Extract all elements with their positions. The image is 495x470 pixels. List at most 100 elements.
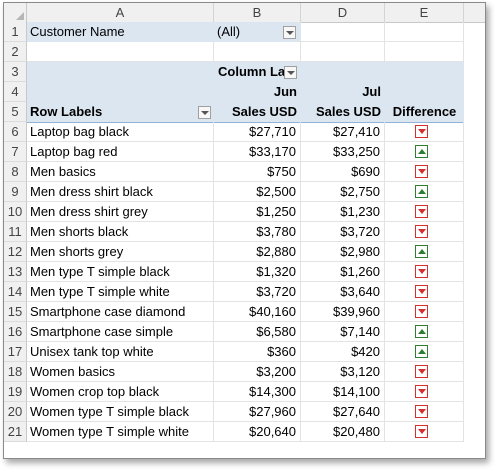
jul-sales-cell[interactable]: $14,100 xyxy=(301,382,385,402)
difference-cell[interactable] xyxy=(385,142,464,162)
difference-cell[interactable] xyxy=(385,422,464,442)
difference-cell[interactable] xyxy=(385,262,464,282)
jun-sales-cell[interactable]: $6,580 xyxy=(214,322,301,342)
difference-cell[interactable] xyxy=(385,322,464,342)
jul-sales-cell[interactable]: $3,120 xyxy=(301,362,385,382)
row-header-21[interactable]: 21 xyxy=(4,422,27,442)
jun-sales-cell[interactable]: $27,710 xyxy=(214,122,301,142)
row-header-3[interactable]: 3 xyxy=(4,62,27,82)
empty-cell[interactable] xyxy=(385,42,464,62)
row-header-15[interactable]: 15 xyxy=(4,302,27,322)
column-header-a[interactable]: A xyxy=(27,3,214,22)
jun-sales-cell[interactable]: $40,160 xyxy=(214,302,301,322)
row-header-13[interactable]: 13 xyxy=(4,262,27,282)
jun-sales-cell[interactable]: $360 xyxy=(214,342,301,362)
jun-sales-cell[interactable]: $27,960 xyxy=(214,402,301,422)
jun-sales-cell[interactable]: $1,250 xyxy=(214,202,301,222)
jun-sales-cell[interactable]: $20,640 xyxy=(214,422,301,442)
row-label-cell[interactable]: Smartphone case diamond xyxy=(27,302,214,322)
row-label-cell[interactable]: Unisex tank top white xyxy=(27,342,214,362)
row-header-7[interactable]: 7 xyxy=(4,142,27,162)
jul-sales-cell[interactable]: $2,750 xyxy=(301,182,385,202)
empty-cell[interactable] xyxy=(385,22,464,42)
difference-cell[interactable] xyxy=(385,182,464,202)
row-header-19[interactable]: 19 xyxy=(4,382,27,402)
row-label-cell[interactable]: Men dress shirt black xyxy=(27,182,214,202)
difference-cell[interactable] xyxy=(385,162,464,182)
jul-sales-cell[interactable]: $3,720 xyxy=(301,222,385,242)
jul-sales-cell[interactable]: $39,960 xyxy=(301,302,385,322)
jun-sales-cell[interactable]: $3,780 xyxy=(214,222,301,242)
jul-sales-cell[interactable]: $3,640 xyxy=(301,282,385,302)
difference-cell[interactable] xyxy=(385,122,464,142)
row-header-5[interactable]: 5 xyxy=(4,102,27,122)
empty-cell[interactable] xyxy=(301,42,385,62)
row-header-4[interactable]: 4 xyxy=(4,82,27,102)
row-header-12[interactable]: 12 xyxy=(4,242,27,262)
row-header-8[interactable]: 8 xyxy=(4,162,27,182)
difference-cell[interactable] xyxy=(385,202,464,222)
row-header-2[interactable]: 2 xyxy=(4,42,27,62)
column-header-d[interactable]: D xyxy=(301,3,385,22)
row-header-6[interactable]: 6 xyxy=(4,122,27,142)
row-header-11[interactable]: 11 xyxy=(4,222,27,242)
jun-sales-cell[interactable]: $2,500 xyxy=(214,182,301,202)
row-label-cell[interactable]: Laptop bag red xyxy=(27,142,214,162)
jun-sales-cell[interactable]: $750 xyxy=(214,162,301,182)
difference-cell[interactable] xyxy=(385,402,464,422)
row-label-cell[interactable]: Men shorts grey xyxy=(27,242,214,262)
jul-sales-cell[interactable]: $20,480 xyxy=(301,422,385,442)
column-header-e[interactable]: E xyxy=(385,3,464,22)
jul-sales-cell[interactable]: $27,640 xyxy=(301,402,385,422)
row-labels-dropdown-icon[interactable] xyxy=(198,106,211,119)
empty-cell[interactable] xyxy=(301,22,385,42)
jul-sales-cell[interactable]: $27,410 xyxy=(301,122,385,142)
difference-cell[interactable] xyxy=(385,302,464,322)
row-header-20[interactable]: 20 xyxy=(4,402,27,422)
row-header-17[interactable]: 17 xyxy=(4,342,27,362)
row-label-cell[interactable]: Men shorts black xyxy=(27,222,214,242)
difference-cell[interactable] xyxy=(385,282,464,302)
row-labels-header[interactable]: Row Labels xyxy=(27,102,214,122)
jul-sales-cell[interactable]: $690 xyxy=(301,162,385,182)
difference-cell[interactable] xyxy=(385,222,464,242)
row-label-cell[interactable]: Women basics xyxy=(27,362,214,382)
row-label-cell[interactable]: Men dress shirt grey xyxy=(27,202,214,222)
row-label-cell[interactable]: Women type T simple black xyxy=(27,402,214,422)
select-all-corner[interactable] xyxy=(4,3,27,22)
empty-cell[interactable] xyxy=(214,42,301,62)
jun-sales-cell[interactable]: $3,200 xyxy=(214,362,301,382)
jun-sales-cell[interactable]: $2,880 xyxy=(214,242,301,262)
jul-sales-cell[interactable]: $7,140 xyxy=(301,322,385,342)
jul-sales-cell[interactable]: $1,260 xyxy=(301,262,385,282)
row-label-cell[interactable]: Men basics xyxy=(27,162,214,182)
row-header-16[interactable]: 16 xyxy=(4,322,27,342)
column-labels-header[interactable]: Column La xyxy=(214,62,284,82)
column-header-b[interactable]: B xyxy=(214,3,301,22)
row-header-1[interactable]: 1 xyxy=(4,22,27,42)
jul-sales-cell[interactable]: $420 xyxy=(301,342,385,362)
difference-cell[interactable] xyxy=(385,362,464,382)
row-header-18[interactable]: 18 xyxy=(4,362,27,382)
difference-cell[interactable] xyxy=(385,342,464,362)
row-header-9[interactable]: 9 xyxy=(4,182,27,202)
column-labels-dropdown-icon[interactable] xyxy=(284,66,297,79)
row-label-cell[interactable]: Men type T simple white xyxy=(27,282,214,302)
row-label-cell[interactable]: Smartphone case simple xyxy=(27,322,214,342)
filter-label-cell[interactable]: Customer Name xyxy=(27,22,214,42)
jul-sales-cell[interactable]: $2,980 xyxy=(301,242,385,262)
jun-sales-cell[interactable]: $3,720 xyxy=(214,282,301,302)
difference-cell[interactable] xyxy=(385,242,464,262)
row-label-cell[interactable]: Laptop bag black xyxy=(27,122,214,142)
row-header-10[interactable]: 10 xyxy=(4,202,27,222)
filter-dropdown-icon[interactable] xyxy=(283,26,296,39)
row-label-cell[interactable]: Women type T simple white xyxy=(27,422,214,442)
jun-sales-cell[interactable]: $1,320 xyxy=(214,262,301,282)
row-header-14[interactable]: 14 xyxy=(4,282,27,302)
difference-cell[interactable] xyxy=(385,382,464,402)
jul-sales-cell[interactable]: $1,230 xyxy=(301,202,385,222)
empty-cell[interactable] xyxy=(27,42,214,62)
jun-sales-cell[interactable]: $14,300 xyxy=(214,382,301,402)
row-label-cell[interactable]: Men type T simple black xyxy=(27,262,214,282)
jul-sales-cell[interactable]: $33,250 xyxy=(301,142,385,162)
